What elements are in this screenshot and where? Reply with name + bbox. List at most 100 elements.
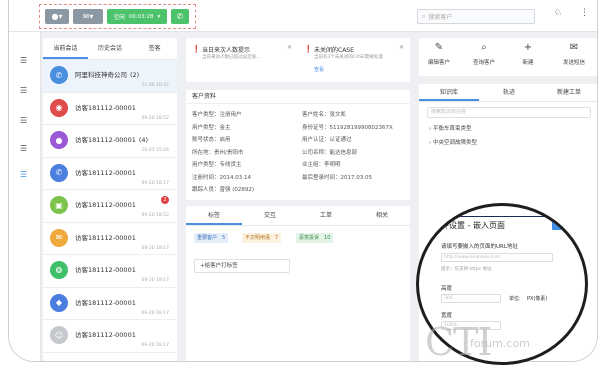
- phone-icon: ✆: [55, 70, 63, 80]
- conversation-time: 09-20 18:17: [141, 310, 169, 316]
- tab-sign[interactable]: 签客: [132, 38, 177, 59]
- close-icon[interactable]: ✕: [287, 44, 292, 51]
- nav-list-icon[interactable]: ☰: [20, 144, 27, 153]
- conversation-item[interactable]: ✆ 阿里科技神奇公司 (2) 11-30 10:37: [43, 60, 177, 93]
- embed-unit-value: PX(像素): [527, 296, 548, 302]
- conversation-time: 09-20 18:17: [141, 343, 169, 348]
- tab-interaction[interactable]: 交互: [242, 206, 298, 225]
- tab-track[interactable]: 轨迹: [479, 84, 539, 101]
- tag-chip[interactable]: 不文明用语 7: [242, 233, 282, 243]
- field-value: 贵州/贵阳市: [214, 149, 244, 156]
- conversation-name: 访客181112-00001: [75, 102, 139, 112]
- tab-tags[interactable]: 标签: [186, 206, 242, 225]
- field-value: 能达信息部: [329, 149, 358, 156]
- conversation-item[interactable]: ◆ 访客181112-00001 09-20 18:17: [43, 288, 177, 320]
- tag-chip[interactable]: 重要客户 5: [194, 233, 229, 243]
- customer-field: 用户类型：金主: [192, 123, 231, 131]
- conversation-title: 访客181112-00001: [75, 331, 136, 339]
- more-menu-icon[interactable]: ⋮: [580, 8, 589, 18]
- notification-link[interactable]: 查看: [314, 66, 324, 73]
- tab-tickets[interactable]: 工单: [298, 206, 354, 225]
- nav-menu-icon[interactable]: ☰: [20, 56, 27, 65]
- conversation-title: 访客181112-00001: [75, 266, 136, 274]
- conversation-item[interactable]: ✉ 访客181112-00001 09-20 18:17: [43, 223, 177, 255]
- action-edit-button[interactable]: ✎ 编辑客户: [421, 42, 457, 66]
- conversation-item[interactable]: ❂ 访客181112-00001 09-20 18:17: [43, 255, 177, 288]
- nav-list-icon-active[interactable]: ☰: [20, 170, 27, 179]
- global-search-input[interactable]: ⌕ 搜索客户: [417, 9, 535, 24]
- tab-knowledge[interactable]: 知识库: [419, 84, 479, 101]
- conversation-item[interactable]: ✆ 访客181112-00001 09-20 18:17: [43, 158, 177, 190]
- nav-list-icon[interactable]: ☰: [20, 116, 27, 125]
- close-icon[interactable]: ✕: [399, 44, 404, 51]
- embed-url-hint: 提示：仅支持 https 地址: [441, 267, 492, 272]
- knowledge-item[interactable]: › 平衡车首束类型: [429, 124, 471, 132]
- conversation-title: 访客181112-00001: [75, 136, 136, 144]
- conversation-title: 访客181112-00001: [75, 201, 136, 209]
- conversation-name: 访客181112-00001 (4): [75, 134, 148, 144]
- chevron-right-icon: ›: [429, 126, 432, 132]
- action-label: 发送短信: [562, 60, 585, 66]
- avatar: ◉: [50, 98, 68, 117]
- field-value: 启用: [219, 137, 231, 143]
- add-tag-button[interactable]: +给客户打标签: [194, 259, 290, 273]
- search-icon: ⌕: [481, 42, 487, 53]
- phone-button[interactable]: ✆: [171, 9, 189, 24]
- action-mail-button[interactable]: ✉ 发送短信: [556, 42, 592, 66]
- conversation-name: 访客181112-00001: [75, 297, 139, 307]
- conversation-item[interactable]: ☺ 访客181112-00001 09-20 18:17: [43, 320, 177, 353]
- conversation-time: 09-20 18:52: [141, 213, 169, 218]
- customer-field: 客户姓名：张文凯: [302, 110, 346, 118]
- action-toolbar: ✎ 编辑客户 ⌕ 查询客户 + 新建 ✉ 发送短信: [419, 38, 597, 76]
- tab-new-ticket[interactable]: 新建工单: [539, 84, 597, 101]
- embed-height-input[interactable]: 300: [441, 294, 501, 303]
- tab-related[interactable]: 相关: [354, 206, 410, 225]
- field-value: 专线货主: [219, 162, 242, 168]
- embed-save-button[interactable]: 保存: [552, 219, 578, 230]
- conversation-item[interactable]: ▣ 访客181112-00001 09-20 18:52 2: [43, 190, 177, 223]
- bell-icon[interactable]: ♘: [554, 8, 562, 18]
- plus-icon: +: [523, 42, 533, 53]
- mail-button[interactable]: ✉▾: [73, 9, 103, 24]
- conversation-title: 访客181112-00001: [75, 233, 136, 242]
- action-search-button[interactable]: ⌕ 查询客户: [466, 42, 502, 66]
- phone-icon: ✆: [55, 168, 63, 177]
- notification-desc: 当前有3个未关闭的CASE需要处理: [314, 55, 383, 60]
- search-icon: ⌕: [422, 12, 426, 20]
- tag-chip[interactable]: 恶意投诉 10: [296, 233, 334, 243]
- agent-status-dropdown[interactable]: 空闲 00:03:28 ▾: [107, 9, 167, 24]
- field-value: 2014.03.14: [219, 174, 252, 181]
- notification-card[interactable]: ❗ 未关闭的CASE 当前有3个未关闭的CASE需要处理 查看 ✕: [302, 42, 406, 78]
- unread-badge: 2: [161, 196, 169, 204]
- field-label: 用户类型: [192, 162, 215, 168]
- agent-status-label: 空闲: [113, 14, 125, 21]
- embed-url-input[interactable]: http://www.example.com: [441, 253, 553, 262]
- tab-current[interactable]: 当前会话: [43, 38, 88, 59]
- avatar: ✆: [50, 66, 68, 84]
- field-value: 张文凯: [329, 112, 347, 118]
- knowledge-item[interactable]: › 中央空调故障类型: [429, 138, 477, 146]
- tab-history[interactable]: 历史会话: [88, 38, 133, 59]
- notification-desc: 当前来访人数已超过设定值...: [202, 55, 261, 60]
- avatar: ✉: [50, 228, 68, 247]
- conversation-count: (2): [130, 71, 140, 79]
- field-value: 2017.03.05: [340, 174, 373, 181]
- field-label: 公司名称: [302, 149, 325, 156]
- conversation-time: 09-20 18:17: [141, 245, 169, 251]
- customer-field: 公司名称：能达信息部: [302, 148, 357, 156]
- conversation-list: ✆ 阿里科技神奇公司 (2) 11-30 10:37 ◉ 访客181112-00001 09…: [43, 60, 177, 353]
- conversation-tabs: 当前会话 历史会话 签客: [43, 38, 177, 60]
- action-label: 编辑客户: [427, 60, 450, 66]
- tag-label: 恶意投诉: [299, 235, 320, 241]
- nav-list-icon[interactable]: ☰: [20, 86, 27, 95]
- conversation-item[interactable]: ● 访客181112-00001 (4) 10-23 15:24: [43, 125, 177, 158]
- action-plus-button[interactable]: + 新建: [510, 42, 546, 66]
- notifications-bar: ❗ 当日来次人数提示 当前来访人数已超过设定值... ✕ ❗ 未关闭的CASE …: [186, 38, 410, 82]
- conversation-title: 访客181112-00001: [75, 103, 136, 112]
- chat-button[interactable]: ●▾: [45, 9, 69, 24]
- conversation-item[interactable]: ◉ 访客181112-00001 09-20 18:52: [43, 93, 177, 125]
- tag-label: 不文明用语: [245, 235, 271, 241]
- knowledge-search-input[interactable]: 搜索知识库内容: [427, 107, 591, 118]
- customer-field: 用户认证：认证通过: [302, 135, 352, 143]
- notification-card[interactable]: ❗ 当日来次人数提示 当前来访人数已超过设定值... ✕: [190, 42, 294, 78]
